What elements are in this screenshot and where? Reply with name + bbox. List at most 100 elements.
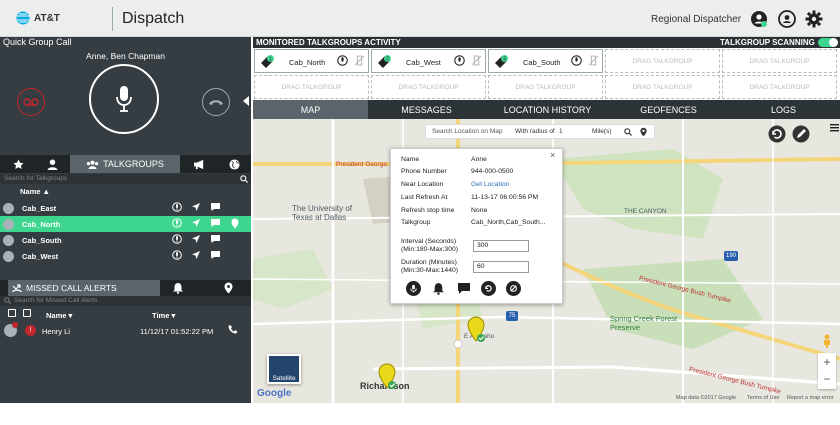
ptt-icon[interactable]	[454, 55, 465, 66]
empty-talkgroup-slot[interactable]: DRAG TALKGROUP	[371, 75, 486, 99]
popup-label-refresh: Last Refresh At	[401, 194, 448, 201]
talkgroup-row[interactable]: Cab_East	[0, 200, 251, 216]
mute-icon[interactable]	[588, 55, 599, 66]
locate-icon[interactable]	[191, 218, 201, 229]
tab-favorites[interactable]	[2, 155, 34, 173]
empty-talkgroup-slot[interactable]: DRAG TALKGROUP	[722, 75, 837, 99]
locate-icon[interactable]	[191, 202, 201, 212]
settings-icon[interactable]	[805, 10, 823, 28]
zoom-in-button[interactable]: +	[818, 353, 836, 371]
talkgroup-row[interactable]: Cab_South	[0, 232, 251, 248]
mute-icon[interactable]	[354, 55, 365, 66]
alert-bell-tab[interactable]	[172, 282, 184, 294]
radius-unit[interactable]: Mile(s)	[592, 128, 612, 135]
popup-stop-refresh-button[interactable]	[506, 281, 521, 296]
map-label-park: Spring Creek Forest Preserve	[610, 314, 678, 332]
monitored-slot[interactable]: 2 Cab_West	[371, 49, 486, 73]
sort-icon: ▾	[68, 311, 73, 320]
user-location-marker-2[interactable]	[377, 363, 397, 391]
missed-calls-title: MISSED CALL ALERTS	[26, 283, 117, 293]
refresh-location-icon[interactable]	[768, 125, 786, 143]
monitored-slot[interactable]: 3 Cab_South	[488, 49, 603, 73]
missed-calls-name-column[interactable]: Name ▾	[46, 311, 72, 320]
empty-talkgroup-slot[interactable]: DRAG TALKGROUP	[605, 49, 720, 73]
popup-close-button[interactable]: ×	[550, 150, 555, 160]
select-all-checkbox-2[interactable]	[23, 309, 31, 317]
layers-icon[interactable]	[829, 122, 840, 133]
street-view-icon[interactable]	[819, 333, 835, 349]
popup-alert-button[interactable]	[431, 281, 446, 296]
tab-location-history[interactable]: LOCATION HISTORY	[485, 100, 610, 119]
missed-calls-time-column[interactable]: Time ▾	[152, 311, 175, 320]
user-location-marker[interactable]	[466, 316, 486, 344]
scanning-label: TALKGROUP SCANNING	[720, 38, 815, 47]
tab-broadcast[interactable]	[183, 155, 215, 173]
ptt-icon[interactable]	[172, 234, 182, 244]
get-location-link[interactable]: Get Location	[471, 181, 510, 188]
collapse-panel-arrow[interactable]	[243, 96, 249, 106]
popup-ptt-button[interactable]	[406, 281, 421, 296]
talkgroup-row[interactable]: Cab_North	[0, 216, 251, 232]
report-error-link[interactable]: Report a map error	[787, 395, 833, 401]
star-icon	[12, 158, 24, 169]
scanning-toggle-knob[interactable]	[829, 38, 838, 47]
tab-logs[interactable]: LOGS	[727, 100, 840, 119]
talkgroup-row[interactable]: Cab_West	[0, 248, 251, 264]
message-icon[interactable]	[210, 218, 221, 229]
popup-message-button[interactable]	[456, 281, 471, 296]
ptt-icon[interactable]	[172, 250, 182, 260]
talkgroup-avatar	[3, 203, 14, 214]
empty-talkgroup-slot[interactable]: DRAG TALKGROUP	[254, 75, 369, 99]
callback-icon[interactable]	[228, 324, 238, 334]
tab-talkgroups[interactable]: TALKGROUPS	[70, 155, 180, 173]
monitored-slot-name: Cab_South	[523, 58, 561, 67]
draw-geofence-icon[interactable]	[792, 125, 810, 143]
map-location-search[interactable]: Search Location on Map With radius of 1 …	[425, 124, 655, 139]
ptt-icon[interactable]	[172, 202, 182, 212]
tab-messages[interactable]: MESSAGES	[368, 100, 485, 119]
end-call-button[interactable]	[202, 88, 230, 116]
message-icon[interactable]	[210, 234, 221, 244]
ptt-icon[interactable]	[337, 55, 348, 66]
popup-refresh-button[interactable]	[481, 281, 496, 296]
tab-contacts[interactable]	[36, 155, 68, 173]
select-all-checkbox[interactable]	[8, 309, 16, 317]
search-icon[interactable]	[240, 175, 248, 183]
radius-value[interactable]: 1	[559, 128, 563, 135]
location-pin-icon[interactable]	[640, 127, 647, 137]
zoom-out-button[interactable]: −	[818, 371, 836, 389]
tab-map[interactable]: MAP	[253, 100, 368, 119]
satellite-toggle[interactable]: Satellite	[267, 354, 301, 384]
terms-link[interactable]: Terms of Use	[747, 395, 779, 401]
tab-map-view[interactable]	[218, 155, 250, 173]
popup-value-stop: None	[471, 207, 488, 214]
tab-missed-calls[interactable]: MISSED CALL ALERTS	[8, 280, 160, 296]
map-label-university: The University of Texas at Dallas	[292, 204, 353, 222]
monitored-slot[interactable]: 1 Cab_North	[254, 49, 369, 73]
empty-talkgroup-slot[interactable]: DRAG TALKGROUP	[605, 75, 720, 99]
location-tab[interactable]	[224, 282, 233, 294]
voicemail-button[interactable]	[17, 88, 45, 116]
duration-input[interactable]: 60	[473, 261, 529, 273]
sort-icon: ▾	[171, 311, 176, 320]
mute-icon[interactable]	[471, 55, 482, 66]
pin-icon[interactable]	[230, 218, 240, 229]
search-icon[interactable]	[624, 128, 632, 136]
contacts-icon[interactable]	[778, 10, 796, 28]
tab-talkgroups-label: TALKGROUPS	[103, 159, 164, 169]
ptt-icon[interactable]	[571, 55, 582, 66]
empty-talkgroup-slot[interactable]: DRAG TALKGROUP	[722, 49, 837, 73]
message-icon[interactable]	[210, 202, 221, 212]
empty-talkgroup-slot[interactable]: DRAG TALKGROUP	[488, 75, 603, 99]
locate-icon[interactable]	[191, 250, 201, 260]
status-icon[interactable]	[750, 10, 768, 28]
locate-icon[interactable]	[191, 234, 201, 244]
interval-input[interactable]: 300	[473, 240, 529, 252]
highway-shield-2: 190	[724, 251, 738, 261]
ptt-icon[interactable]	[172, 218, 182, 229]
push-to-talk-button[interactable]	[89, 64, 159, 134]
talkgroup-name-column-header[interactable]: Name ▲	[20, 187, 50, 196]
missed-caller-name[interactable]: Henry Li	[42, 327, 70, 336]
message-icon[interactable]	[210, 250, 221, 260]
tab-geofences[interactable]: GEOFENCES	[610, 100, 727, 119]
